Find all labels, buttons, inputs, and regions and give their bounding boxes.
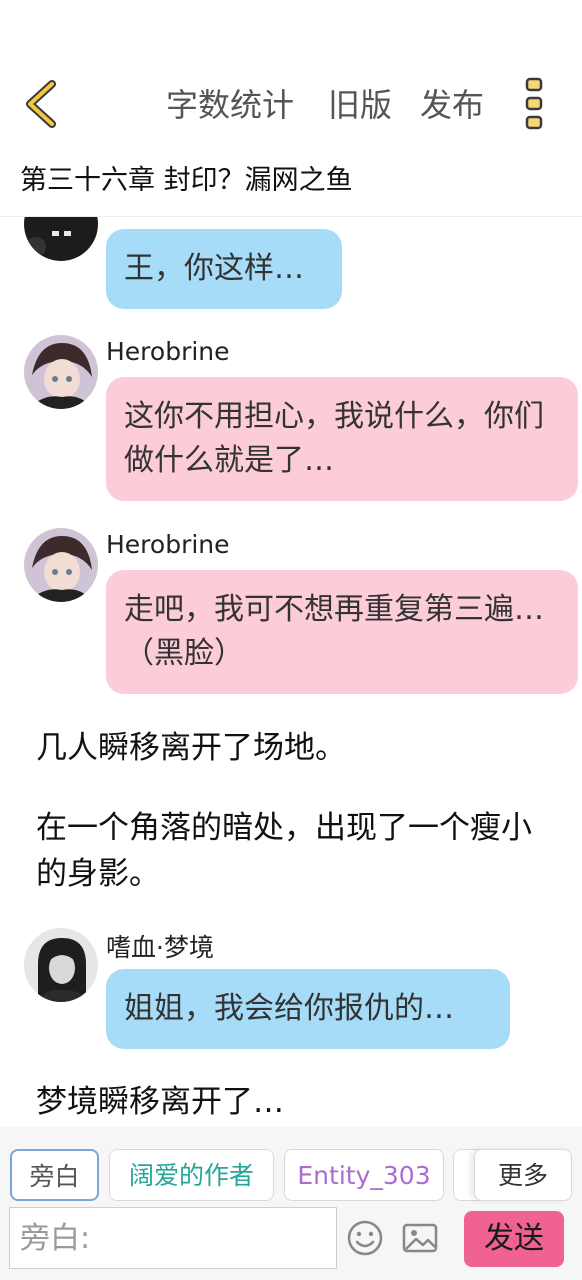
message-text: 王，你这样… <box>124 251 304 286</box>
more-roles-label: 更多 <box>497 1161 548 1190</box>
top-bar: 字数统计 旧版 发布 第三十六章 封印？漏网之鱼 <box>0 0 582 217</box>
composer-panel: 旁白 阔爱的作者 Entity_303 更多 发送 <box>0 1127 582 1280</box>
message-input-field[interactable] <box>9 1207 337 1269</box>
role-chip-entity[interactable]: Entity_303 <box>284 1149 444 1201</box>
old-version-button[interactable]: 旧版 <box>328 80 392 126</box>
send-label: 发送 <box>484 1221 544 1256</box>
send-button[interactable]: 发送 <box>464 1211 564 1267</box>
message-input[interactable] <box>10 1208 322 1268</box>
message-bubble[interactable]: 走吧，我可不想再重复第三遍…（黑脸） <box>106 570 578 694</box>
image-icon[interactable] <box>401 1219 439 1257</box>
emoji-icon[interactable] <box>346 1219 384 1257</box>
word-count-button[interactable]: 字数统计 <box>166 80 294 126</box>
message-bubble[interactable]: 王，你这样… <box>106 229 342 309</box>
avatar[interactable] <box>24 528 98 602</box>
story-content[interactable]: 王，你这样… Herobrine 这你不用担心，我说什么，你们做什么就是了… H… <box>0 217 582 1127</box>
message-bubble[interactable]: 姐姐，我会给你报仇的… <box>106 969 510 1049</box>
narration-text: 在一个角落的暗处，出现了一个瘦小的身影。 <box>36 810 532 892</box>
role-chip-label: 旁白 <box>29 1162 80 1191</box>
role-chip-label: 阔爱的作者 <box>128 1161 254 1190</box>
more-roles-button[interactable]: 更多 <box>474 1149 572 1201</box>
message-bubble[interactable]: 这你不用担心，我说什么，你们做什么就是了… <box>106 377 578 501</box>
avatar[interactable] <box>24 335 98 409</box>
back-icon[interactable] <box>20 78 64 130</box>
sender-name: Herobrine <box>106 530 230 559</box>
role-chip-narrator[interactable]: 旁白 <box>10 1149 99 1201</box>
message-text: 这你不用担心，我说什么，你们做什么就是了… <box>124 399 544 478</box>
sender-name: Herobrine <box>106 337 230 366</box>
narration-text: 梦境瞬移离开了… <box>36 1084 284 1120</box>
narration-text: 几人瞬移离开了场地。 <box>36 730 346 766</box>
sender-name: 嗜血·梦境 <box>106 933 214 962</box>
message-text: 走吧，我可不想再重复第三遍…（黑脸） <box>124 592 544 671</box>
role-chip-label: Entity_303 <box>297 1161 431 1190</box>
avatar[interactable] <box>24 928 98 1002</box>
chapter-title: 第三十六章 封印？漏网之鱼 <box>20 165 353 196</box>
more-options-icon[interactable] <box>520 76 550 132</box>
message-text: 姐姐，我会给你报仇的… <box>124 991 454 1026</box>
publish-button[interactable]: 发布 <box>420 80 484 126</box>
avatar[interactable] <box>24 217 98 261</box>
role-chip-author[interactable]: 阔爱的作者 <box>109 1149 274 1201</box>
